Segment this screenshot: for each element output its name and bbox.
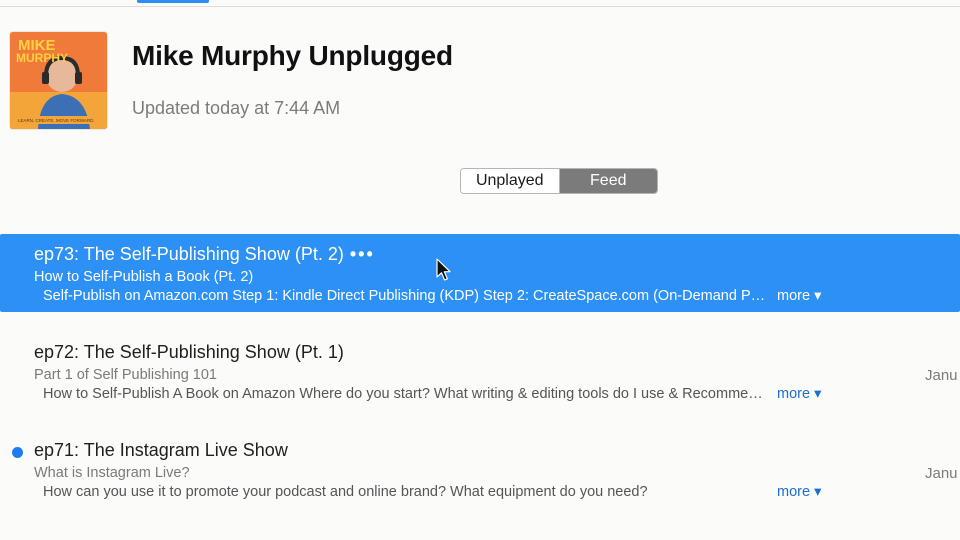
more-options-icon[interactable]: ••• <box>350 244 375 264</box>
episode-title: ep71: The Instagram Live Show <box>34 440 288 460</box>
active-tab-indicator <box>137 0 209 3</box>
unplayed-indicator-icon <box>12 447 23 458</box>
more-link[interactable]: more ▾ <box>777 484 821 500</box>
episode-subtitle: Part 1 of Self Publishing 101 <box>34 367 217 383</box>
episode-title: ep72: The Self-Publishing Show (Pt. 1) <box>34 342 344 362</box>
updated-timestamp: Updated today at 7:44 AM <box>132 98 341 118</box>
episode-subtitle: What is Instagram Live? <box>34 465 190 481</box>
top-toolbar <box>0 0 960 7</box>
podcast-artwork: MIKE MURPHY LEARN, CREATE, MOVE FORWARD. <box>10 32 107 129</box>
segment-unplayed[interactable]: Unplayed <box>461 169 560 193</box>
segment-feed[interactable]: Feed <box>559 169 657 193</box>
episode-description: How to Self-Publish A Book on Amazon Whe… <box>43 386 767 402</box>
mouse-pointer-icon <box>436 258 451 281</box>
episode-filter-segmented-control[interactable]: Unplayed Feed <box>460 168 658 194</box>
episode-title: ep73: The Self-Publishing Show (Pt. 2) <box>34 244 344 264</box>
episode-row-ep73[interactable]: ep73: The Self-Publishing Show (Pt. 2) ••… <box>0 234 960 312</box>
episode-description: Self-Publish on Amazon.com Step 1: Kindl… <box>43 288 767 304</box>
artwork-title-line-2: MURPHY <box>16 51 68 65</box>
episode-description: How can you use it to promote your podca… <box>43 484 648 500</box>
artwork-tagline: LEARN, CREATE, MOVE FORWARD. <box>18 118 95 123</box>
episode-date: Janu <box>925 367 958 384</box>
episode-date: Janu <box>925 465 958 482</box>
episode-title-wrapper: ep73: The Self-Publishing Show (Pt. 2) ••… <box>34 244 375 265</box>
podcast-title: Mike Murphy Unplugged <box>132 40 453 71</box>
episode-subtitle: How to Self-Publish a Book (Pt. 2) <box>34 269 254 285</box>
episode-row-ep72[interactable]: ep72: The Self-Publishing Show (Pt. 1) P… <box>0 332 960 410</box>
more-link[interactable]: more ▾ <box>777 288 821 304</box>
episode-row-ep71[interactable]: ep71: The Instagram Live Show What is In… <box>0 430 960 508</box>
more-link[interactable]: more ▾ <box>777 386 821 402</box>
